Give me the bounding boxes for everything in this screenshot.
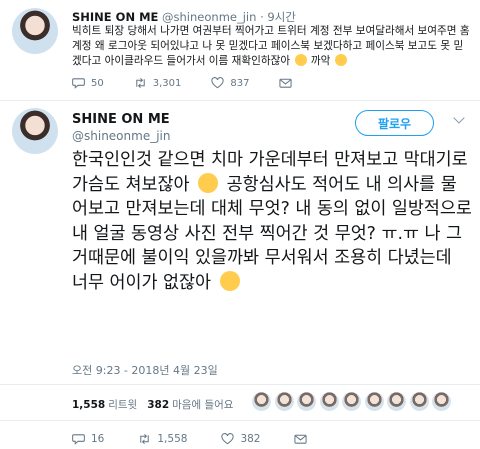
dm-button[interactable]	[279, 77, 298, 89]
avatar[interactable]	[12, 108, 58, 154]
tweet-text-end: 까악	[310, 55, 331, 67]
divider	[0, 384, 480, 385]
envelope-icon	[279, 78, 293, 88]
chevron-down-icon[interactable]	[453, 112, 465, 124]
emoji-icon	[294, 54, 307, 66]
liker-avatars	[252, 392, 455, 411]
divider	[0, 420, 480, 421]
follow-button[interactable]: 팔로우	[355, 110, 434, 136]
like-button[interactable]: 382	[221, 433, 260, 445]
reply-count: 50	[91, 77, 104, 89]
user-handle[interactable]: @shineonme_jin	[162, 10, 256, 24]
retweet-icon	[136, 77, 145, 89]
dm-button[interactable]	[294, 433, 313, 445]
tweet-text: 빅히트 퇴장 당해서 나가면 여권부터 찍어가고 트위터 계정 전부 보여달라해…	[72, 24, 470, 69]
like-stat-count[interactable]: 382	[147, 399, 169, 411]
retweet-button[interactable]: 3,301	[134, 77, 182, 89]
liker-avatar[interactable]	[409, 392, 429, 411]
like-count: 382	[240, 433, 261, 445]
emoji-icon	[198, 172, 219, 193]
envelope-icon	[294, 434, 308, 444]
retweet-icon	[140, 433, 150, 445]
tweet-actions: 50 3,301 837	[72, 77, 328, 89]
reply-icon	[72, 434, 85, 445]
retweet-count: 3,301	[152, 77, 182, 89]
liker-avatar[interactable]	[297, 392, 316, 411]
liker-avatar[interactable]	[387, 392, 406, 411]
liker-avatar[interactable]	[252, 392, 271, 411]
liker-avatar[interactable]	[342, 392, 361, 411]
tweet-text-body: 빅히트 퇴장 당해서 나가면 여권부터 찍어가고 트위터 계정 전부 보여달라해…	[72, 25, 470, 67]
retweet-stat-label[interactable]: 리트윗	[108, 397, 137, 412]
like-stat-label[interactable]: 마음에 들어요	[172, 397, 233, 412]
reply-icon	[72, 78, 85, 89]
liker-avatar[interactable]	[432, 392, 451, 411]
retweet-button[interactable]: 1,558	[138, 433, 187, 445]
tweet-header: SHINE ON ME @shineonme_jin · 9시간	[72, 9, 296, 25]
tweet-timestamp[interactable]: 오전 9:23 - 2018년 4월 23일	[72, 362, 218, 378]
emoji-icon	[219, 270, 240, 291]
display-name[interactable]: SHINE ON ME	[72, 10, 158, 24]
tweet-time[interactable]: · 9시간	[260, 10, 296, 24]
retweet-count: 1,558	[157, 433, 188, 445]
tweet-stats: 1,558 리트윗 382 마음에 들어요	[72, 397, 233, 412]
divider	[0, 100, 480, 101]
retweet-stat-count[interactable]: 1,558	[72, 399, 105, 411]
display-name[interactable]: SHINE ON ME	[72, 112, 170, 127]
heart-icon	[221, 433, 235, 445]
emoji-icon	[334, 54, 347, 66]
liker-avatar[interactable]	[364, 392, 384, 411]
reply-button[interactable]: 16	[72, 433, 104, 445]
user-handle[interactable]: @shineonme_jin	[72, 129, 170, 143]
reply-button[interactable]: 50	[72, 77, 104, 89]
liker-avatar[interactable]	[274, 392, 294, 411]
tweet-text: 한국인인것 같으면 치마 가운데부터 만져보고 막대기로 가슴도 쳐보잖아 공항…	[72, 148, 472, 296]
tweet-actions: 16 1,558 382	[72, 433, 347, 445]
like-count: 837	[230, 77, 250, 89]
heart-icon	[211, 77, 224, 89]
reply-count: 16	[91, 433, 105, 445]
avatar[interactable]	[12, 8, 58, 54]
liker-avatar[interactable]	[319, 392, 339, 411]
like-button[interactable]: 837	[211, 77, 249, 89]
